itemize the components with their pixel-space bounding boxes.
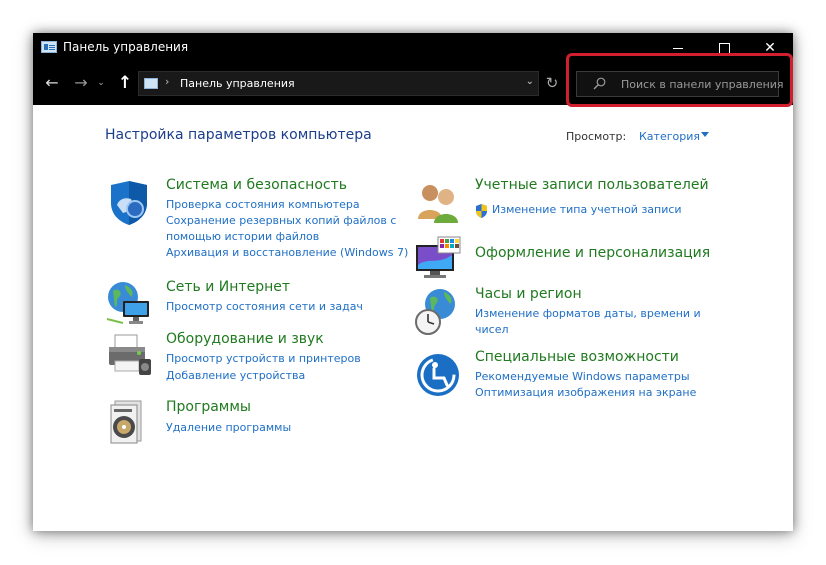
forward-button[interactable]: →: [70, 72, 92, 94]
category-title[interactable]: Оборудование и звук: [166, 331, 324, 347]
view-mode-dropdown[interactable]: Категория: [639, 130, 700, 143]
category-title[interactable]: Сеть и Интернет: [166, 279, 290, 295]
uac-shield-icon: [476, 204, 487, 218]
up-button[interactable]: ↑: [114, 72, 136, 94]
category-link[interactable]: Рекомендуемые Windows параметры: [475, 369, 690, 385]
main-content: Настройка параметров компьютера Просмотр…: [33, 105, 793, 531]
category-link[interactable]: Архивация и восстановление (Windows 7): [166, 245, 408, 261]
view-label: Просмотр:: [566, 130, 627, 143]
clock-globe-icon[interactable]: [414, 288, 462, 336]
maximize-icon: [718, 42, 730, 54]
category-link[interactable]: Изменение типа учетной записи: [492, 202, 682, 218]
category-title[interactable]: Система и безопасность: [166, 177, 347, 193]
window-title: Панель управления: [63, 40, 189, 54]
category-link[interactable]: чисел: [475, 322, 509, 338]
page-title: Настройка параметров компьютера: [105, 127, 372, 143]
category-link[interactable]: Удаление программы: [166, 420, 291, 436]
recent-locations-button[interactable]: ⌄: [95, 72, 107, 94]
breadcrumb[interactable]: Панель управления: [180, 77, 295, 90]
chevron-down-icon[interactable]: [701, 132, 709, 137]
category-title[interactable]: Оформление и персонализация: [475, 245, 710, 261]
shield-icon[interactable]: [105, 179, 153, 227]
category-title[interactable]: Учетные записи пользователей: [475, 177, 709, 193]
users-icon[interactable]: [414, 179, 462, 227]
category-link[interactable]: Оптимизация изображения на экране: [475, 385, 696, 401]
breadcrumb-separator[interactable]: ›: [165, 75, 169, 88]
back-button[interactable]: ←: [41, 72, 63, 94]
address-dropdown-icon[interactable]: ⌄: [526, 76, 534, 87]
category-link[interactable]: Изменение форматов даты, времени и: [475, 306, 701, 322]
refresh-button[interactable]: ↻: [541, 72, 563, 94]
category-link[interactable]: Сохранение резервных копий файлов с: [166, 213, 396, 229]
category-link[interactable]: Просмотр состояния сети и задач: [166, 299, 363, 315]
address-bar[interactable]: › Панель управления ⌄: [138, 71, 539, 96]
category-link[interactable]: помощью истории файлов: [166, 229, 319, 245]
category-title[interactable]: Часы и регион: [475, 286, 582, 302]
search-highlight-frame: [566, 53, 793, 107]
printer-icon[interactable]: [105, 331, 153, 379]
control-panel-app-icon: [41, 41, 57, 53]
programs-disc-icon[interactable]: [105, 397, 153, 445]
minimize-icon: [673, 47, 683, 49]
accessibility-icon[interactable]: [414, 351, 462, 399]
monitor-palette-icon[interactable]: [414, 235, 462, 283]
category-title[interactable]: Программы: [166, 399, 251, 415]
category-link[interactable]: Добавление устройства: [166, 368, 305, 384]
category-link[interactable]: Просмотр устройств и принтеров: [166, 351, 361, 367]
category-link[interactable]: Проверка состояния компьютера: [166, 197, 360, 213]
category-title[interactable]: Специальные возможности: [475, 349, 679, 365]
control-panel-address-icon: [144, 78, 158, 89]
control-panel-window: Панель управления ✕ ← → ⌄ ↑ › Панель упр…: [33, 33, 793, 531]
network-globe-icon[interactable]: [105, 279, 153, 327]
